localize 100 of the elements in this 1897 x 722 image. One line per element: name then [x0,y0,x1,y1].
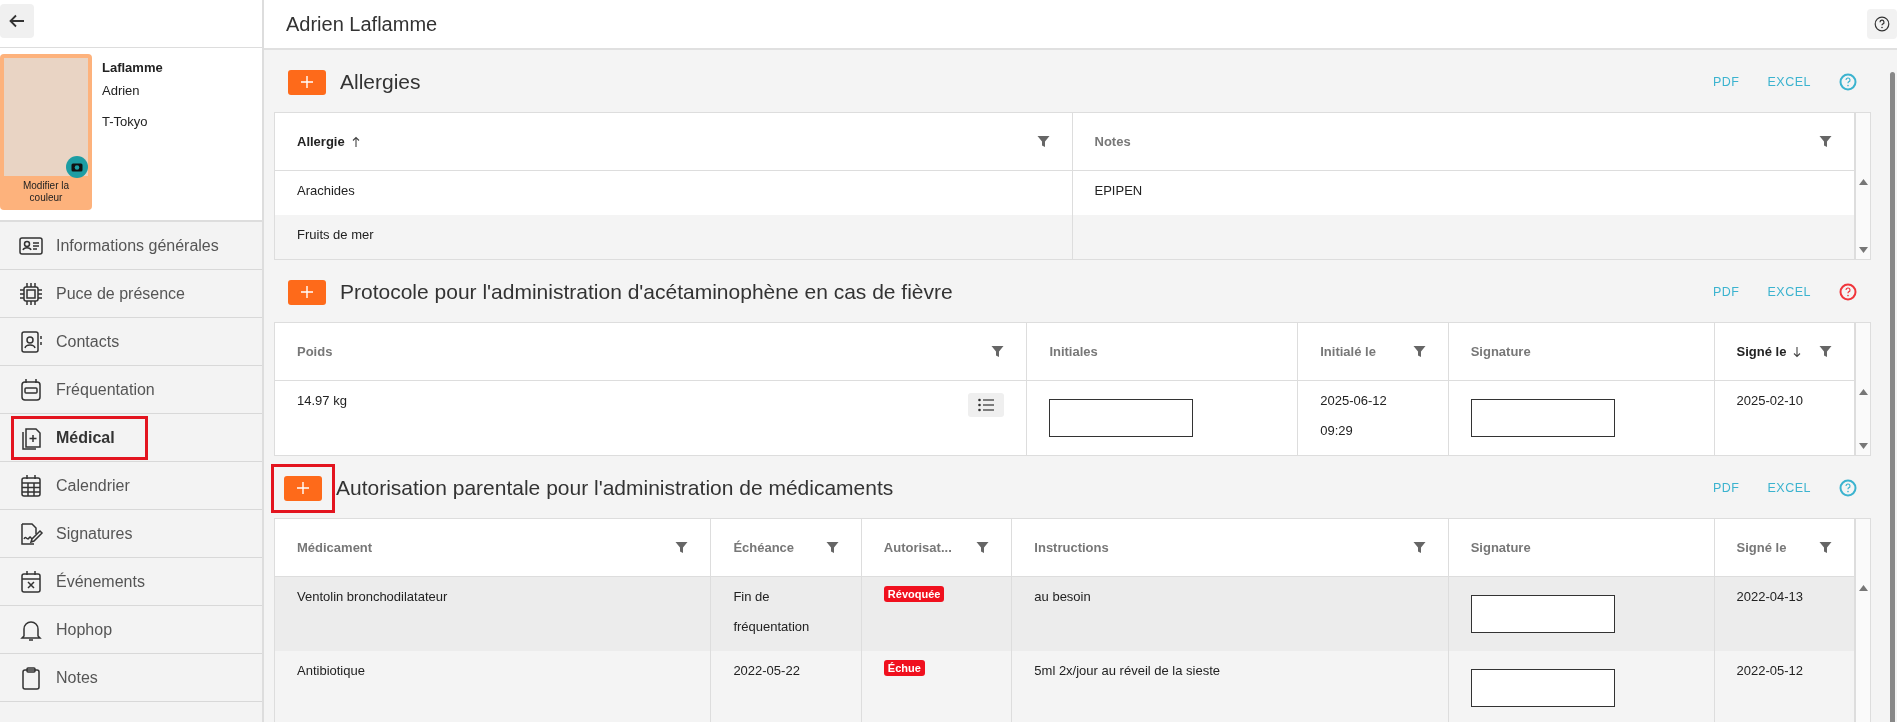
nav-item[interactable]: Fréquentation [0,366,262,414]
nav-label: Calendrier [55,475,131,496]
scroll-up-icon[interactable] [1858,585,1868,591]
cell-text: 2025-02-10 [1736,393,1804,409]
cell-text: au besoin [1034,589,1091,605]
cell-text: fréquentation [733,619,810,635]
last-name: Laflamme [102,60,163,75]
plus-icon [300,285,314,299]
scroll-down-icon[interactable] [1858,443,1868,449]
filter-icon[interactable] [1819,135,1832,148]
add-button[interactable] [288,69,326,95]
column-header[interactable]: Signature [1448,323,1715,381]
cell-text: 2022-05-22 [733,663,800,679]
scroll-up-icon[interactable] [1858,389,1868,395]
filter-icon[interactable] [1412,541,1426,554]
column-header[interactable]: Signature [1448,519,1715,577]
list-button[interactable] [968,393,1005,417]
cell-text: 5ml 2x/jour au réveil de la sieste [1034,663,1221,679]
status-badge: Échue [883,660,925,676]
filter-icon[interactable] [1819,345,1832,358]
table-scrollbar[interactable] [1855,323,1870,455]
column-header[interactable]: Initialé le [1298,323,1449,381]
change-color-label[interactable]: Modifier la couleur [4,176,88,206]
cell-text: Ventolin bronchodilatateur [297,589,448,605]
signature-field[interactable] [1049,399,1194,437]
column-header[interactable]: Allergie [275,113,1073,171]
nav-label: Contacts [55,331,121,352]
nav-item[interactable]: Médical [0,414,262,462]
cell-text: 2022-04-13 [1736,589,1804,605]
calendar-icon [18,472,44,499]
signature-field[interactable] [1470,399,1615,437]
filter-icon[interactable] [976,541,990,554]
filter-icon[interactable] [825,541,839,554]
table-scrollbar[interactable] [1855,113,1870,259]
back-arrow-icon [8,12,26,30]
chip-icon [18,280,44,307]
section-title: Autorisation parentale pour l'administration de médicaments [336,476,895,500]
cell-text: Arachides [297,183,355,199]
column-header[interactable]: Échéance [711,519,862,577]
section-title: Allergies [340,70,422,94]
column-header[interactable]: Signé le [1714,519,1855,577]
nav-item[interactable]: Signatures [0,510,262,558]
column-header[interactable]: Médicament [275,519,712,577]
nav-item[interactable]: Événements [0,558,262,606]
column-header[interactable]: Autorisat... [861,519,1013,577]
filter-icon[interactable] [1819,541,1832,554]
camera-icon[interactable] [66,156,88,178]
contact-card-icon [18,328,44,355]
column-header[interactable]: Instructions [1012,519,1449,577]
nav-label: Événements [55,571,146,592]
nav-label: Puce de présence [55,283,186,304]
sort-up-icon [350,135,361,148]
cell-text: Fruits de mer [297,227,374,243]
nav-item[interactable]: Contacts [0,318,262,366]
help-button[interactable] [1867,9,1897,39]
page-title: Adrien Laflamme [286,12,438,36]
status-badge: Révoquée [883,586,945,602]
filter-icon[interactable] [1036,135,1050,148]
signature-field[interactable] [1470,669,1615,707]
nav-item[interactable]: Hophop [0,606,262,654]
signature-icon [18,520,44,547]
scroll-down-icon[interactable] [1858,247,1868,253]
column-header[interactable]: Signé le [1714,323,1855,381]
nav-item[interactable]: Calendrier [0,462,262,510]
cell-text: Fin de [733,589,771,605]
filter-icon[interactable] [1412,345,1426,358]
nav-label: Fréquentation [55,379,156,400]
signature-field[interactable] [1470,595,1615,633]
nav-item[interactable]: Puce de présence [0,270,262,318]
cell-text: 2025-06-12 [1320,393,1387,409]
section-title: Protocole pour l'administration d'acétaminophène en cas de fièvre [340,280,954,304]
add-button[interactable] [288,279,326,305]
add-button[interactable] [284,475,322,501]
nav-label: Hophop [55,619,114,640]
cell-text: Antibiotique [297,663,365,679]
back-button[interactable] [0,4,34,38]
group-name: T-Tokyo [102,114,149,129]
column-header[interactable]: Initiales [1027,323,1299,381]
filter-icon[interactable] [675,541,689,554]
help-icon[interactable] [1839,283,1857,301]
list-icon [978,398,995,412]
column-header[interactable]: Notes [1072,113,1855,171]
filter-icon[interactable] [991,345,1005,358]
calendar-card-icon [18,376,44,403]
scroll-up-icon[interactable] [1858,179,1868,185]
column-header[interactable]: Poids [275,323,1028,381]
first-name: Adrien [102,83,141,98]
cell-text: 2022-05-12 [1736,663,1804,679]
nav-item[interactable]: Notes [0,654,262,702]
cell-text: EPIPEN [1094,183,1143,199]
table-scrollbar[interactable] [1855,519,1870,722]
nav-item[interactable]: Informations générales [0,222,262,270]
cell-text: 14.97 kg [297,393,347,409]
plus-icon [296,481,310,495]
avatar-card[interactable]: Modifier la couleur [0,54,92,210]
plus-icon [300,75,314,89]
nav-label: Informations générales [55,235,220,256]
sort-down-icon [1792,345,1803,358]
cell-text: 09:29 [1320,423,1354,439]
help-icon [1874,16,1890,32]
